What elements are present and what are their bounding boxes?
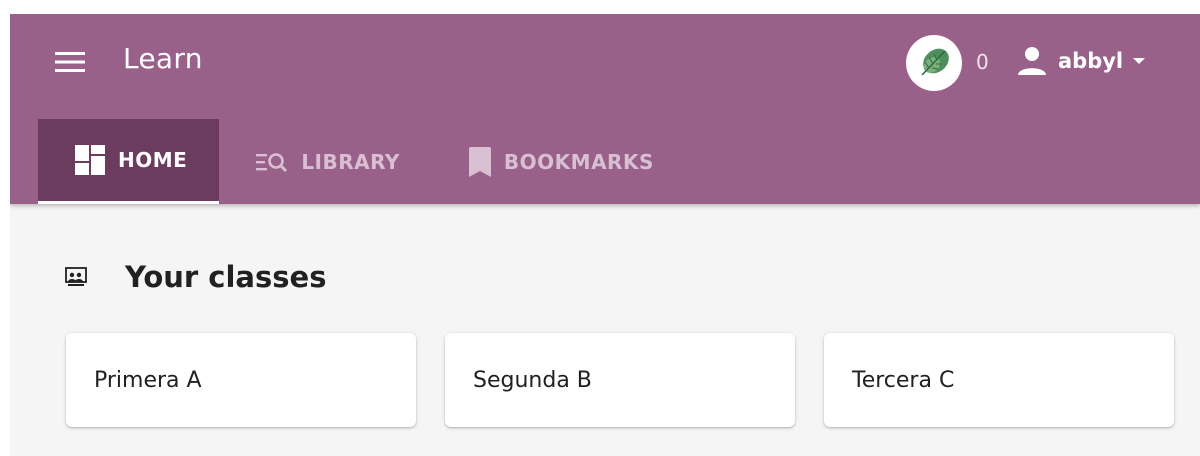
caret-down-icon bbox=[1133, 58, 1146, 64]
app-frame: Learn 0 abbyl HOME LIBRARY BOOKMARKS You… bbox=[10, 14, 1200, 456]
app-title: Learn bbox=[123, 42, 203, 75]
tab-bookmarks-label: BOOKMARKS bbox=[503, 149, 654, 174]
user-menu[interactable]: abbyl bbox=[1016, 42, 1146, 80]
classroom-icon bbox=[65, 267, 87, 286]
person-icon bbox=[1018, 47, 1046, 75]
tab-bookmarks[interactable]: BOOKMARKS bbox=[432, 119, 686, 204]
section-title: Your classes bbox=[125, 260, 327, 294]
class-card-label: Segunda B bbox=[473, 367, 592, 393]
hamburger-menu-button[interactable] bbox=[52, 50, 88, 74]
username: abbyl bbox=[1058, 49, 1124, 73]
nav-tabs: HOME LIBRARY BOOKMARKS bbox=[38, 119, 686, 204]
bookmark-icon bbox=[468, 146, 492, 177]
class-card[interactable]: Segunda B bbox=[445, 333, 795, 427]
app-bar: Learn 0 abbyl HOME LIBRARY BOOKMARKS bbox=[10, 14, 1200, 204]
dashboard-icon bbox=[74, 144, 106, 176]
tab-library[interactable]: LIBRARY bbox=[219, 119, 432, 204]
class-card-label: Tercera C bbox=[852, 367, 955, 393]
hamburger-menu-icon bbox=[55, 52, 85, 72]
tab-home-label: HOME bbox=[118, 148, 188, 172]
class-card[interactable]: Primera A bbox=[66, 333, 416, 427]
points-count: 0 bbox=[976, 50, 989, 74]
leaf-points-icon bbox=[906, 35, 962, 91]
class-card[interactable]: Tercera C bbox=[824, 333, 1174, 427]
class-cards: Primera A Segunda B Tercera C bbox=[66, 333, 1200, 427]
tab-library-label: LIBRARY bbox=[301, 149, 400, 174]
library-search-icon bbox=[255, 151, 289, 173]
class-card-label: Primera A bbox=[94, 367, 202, 393]
classes-section-header: Your classes bbox=[65, 260, 326, 294]
tab-home[interactable]: HOME bbox=[38, 119, 220, 204]
